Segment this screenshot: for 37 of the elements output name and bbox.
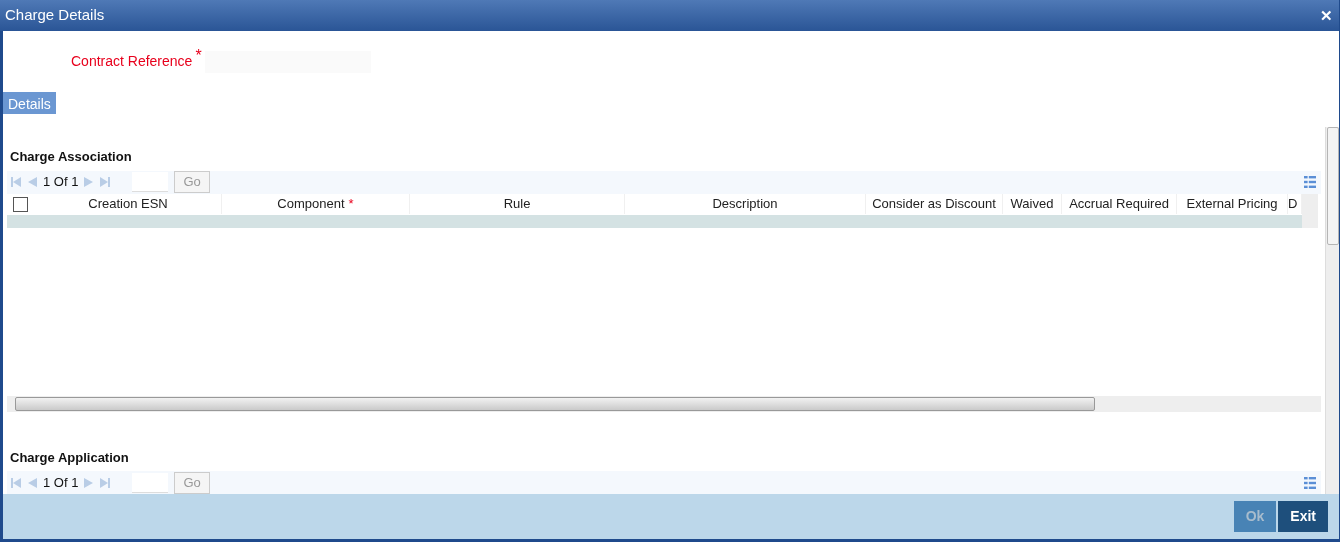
tab[interactable]: Details <box>3 92 56 114</box>
column-header: Accrual Required <box>1062 194 1177 214</box>
page-field[interactable] <box>132 472 169 493</box>
page-field[interactable] <box>132 172 169 192</box>
next-page-icon[interactable] <box>84 177 95 187</box>
scrollbar[interactable] <box>1325 127 1339 494</box>
list-icon[interactable] <box>1303 476 1317 489</box>
last-page-icon[interactable] <box>100 177 111 187</box>
page-counter: 1 Of 1 <box>43 473 79 492</box>
first-page-icon[interactable] <box>11 477 21 488</box>
column-header: Description <box>625 194 866 214</box>
first-page-icon[interactable] <box>11 177 21 187</box>
required-mark: * <box>195 47 202 64</box>
last-page-icon[interactable] <box>100 477 111 488</box>
go-button[interactable]: Go <box>174 471 210 494</box>
required-mark: * <box>348 195 354 214</box>
go-button[interactable]: Go <box>174 171 210 193</box>
column-header: Component <box>277 195 345 214</box>
list-icon[interactable] <box>1303 176 1317 188</box>
previous-page-icon[interactable] <box>27 477 37 488</box>
scrollbar[interactable] <box>7 395 1321 412</box>
section-title: Charge Association <box>9 148 133 166</box>
next-page-icon[interactable] <box>84 477 95 488</box>
scrollbar[interactable] <box>1302 193 1318 228</box>
column-header: Waived <box>1003 194 1062 214</box>
checkbox[interactable] <box>13 196 28 212</box>
column-header: External Pricing <box>1177 194 1288 214</box>
footer-button[interactable]: Exit <box>1278 501 1328 532</box>
field-label: Contract Reference <box>71 52 193 71</box>
column-header: Creation ESN <box>35 194 222 214</box>
section-title: Charge Application <box>9 448 130 467</box>
page-counter: 1 Of 1 <box>43 173 79 192</box>
column-header: Consider as Discount <box>866 194 1003 214</box>
column-header: Rule <box>410 194 625 214</box>
previous-page-icon[interactable] <box>27 177 37 187</box>
close-button[interactable]: ✕ <box>1318 8 1335 23</box>
window-title: Charge Details <box>5 5 105 26</box>
